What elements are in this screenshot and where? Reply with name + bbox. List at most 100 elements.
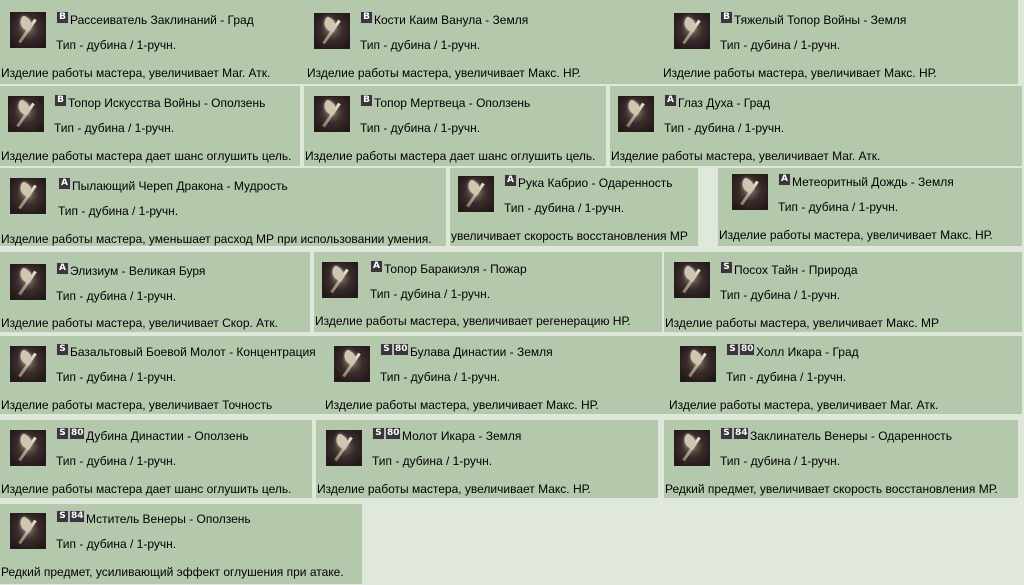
item-name[interactable]: Булава Династии - Земля — [410, 345, 553, 359]
item-name[interactable]: Глаз Духа - Град — [678, 96, 770, 110]
item-name[interactable]: Кости Каим Ванула - Земля — [374, 13, 528, 27]
weapon-icon[interactable] — [10, 513, 46, 549]
item-name[interactable]: Элизиум - Великая Буря — [70, 264, 205, 278]
item-type: Тип - дубина / 1-ручн. — [380, 370, 501, 384]
item-description: Изделие работы мастера, увеличивает Скор… — [1, 316, 278, 330]
item-card[interactable]: S Базальтовый Боевой Молот - Концентрация… — [0, 336, 324, 414]
item-card[interactable]: A Глаз Духа - Град Тип - дубина / 1-ручн. И… — [610, 86, 1022, 166]
level-badge: 84 — [733, 427, 749, 440]
item-name[interactable]: Топор Искусства Войны - Оползень — [68, 96, 265, 110]
item-name[interactable]: Мститель Венеры - Оползень — [86, 512, 251, 526]
weapon-icon[interactable] — [10, 346, 46, 382]
weapon-icon[interactable] — [322, 262, 358, 298]
item-card[interactable]: S 80 Булава Династии - Земля Тип - дубина /… — [324, 336, 668, 414]
item-card[interactable]: B Тяжелый Топор Войны - Земля Тип - дубина… — [662, 0, 1018, 84]
weapon-icon[interactable] — [674, 262, 710, 298]
item-description: Редкий предмет, усиливающий эффект оглуш… — [1, 565, 344, 579]
grade-badge: B — [56, 11, 69, 24]
grade-badge: S — [720, 427, 733, 440]
item-card[interactable]: S 84 Мститель Венеры - Оползень Тип - дубин… — [0, 504, 362, 584]
weapon-icon[interactable] — [458, 176, 494, 212]
item-card[interactable]: B Кости Каим Ванула - Земля Тип - дубина /… — [306, 0, 662, 84]
weapon-icon[interactable] — [10, 12, 46, 48]
item-type: Тип - дубина / 1-ручн. — [56, 370, 177, 384]
item-card[interactable]: S 84 Заклинатель Венеры - Одаренность Тип -… — [664, 420, 1018, 498]
item-name[interactable]: Холл Икара - Град — [756, 345, 859, 359]
item-card[interactable]: B Рассеиватель Заклинаний - Град Тип - дуб… — [0, 0, 306, 84]
item-type: Тип - дубина / 1-ручн. — [360, 121, 481, 135]
grade-badge: B — [720, 11, 733, 24]
weapon-icon[interactable] — [314, 96, 350, 132]
item-name[interactable]: Топор Баракиэля - Пожар — [384, 262, 527, 276]
item-description: Изделие работы мастера, увеличивает Маг.… — [1, 66, 271, 80]
item-description: Изделие работы мастера, увеличивает Макс… — [719, 228, 993, 242]
item-description: Изделие работы мастера, увеличивает Макс… — [665, 316, 939, 330]
item-description: Изделие работы мастера, увеличивает Точн… — [1, 398, 273, 412]
item-card[interactable]: A Метеоритный Дождь - Земля Тип - дубина /… — [718, 168, 1022, 246]
grade-badge: A — [370, 260, 383, 273]
weapon-icon[interactable] — [680, 346, 716, 382]
item-type: Тип - дубина / 1-ручн. — [504, 201, 625, 215]
item-type: Тип - дубина / 1-ручн. — [56, 289, 177, 303]
level-badge: 80 — [385, 427, 401, 440]
grade-badge: A — [504, 174, 517, 187]
grade-badge: B — [360, 11, 373, 24]
weapon-icon[interactable] — [10, 178, 46, 214]
item-name[interactable]: Молот Икара - Земля — [402, 429, 521, 443]
item-card[interactable]: S 80 Молот Икара - Земля Тип - дубина / 1-р… — [316, 420, 658, 498]
grade-badge: S — [56, 510, 69, 523]
item-card[interactable]: A Пылающий Череп Дракона - Мудрость Тип - … — [0, 168, 446, 246]
item-description: Изделие работы мастера, увеличивает Маг.… — [611, 149, 881, 163]
item-name[interactable]: Базальтовый Боевой Молот - Концентрация — [70, 345, 316, 359]
weapon-icon[interactable] — [314, 13, 350, 49]
item-name[interactable]: Рука Кабрио - Одаренность — [518, 176, 673, 190]
item-type: Тип - дубина / 1-ручн. — [54, 121, 175, 135]
item-card[interactable]: A Элизиум - Великая Буря Тип - дубина / 1-… — [0, 252, 310, 332]
item-name[interactable]: Дубина Династии - Оползень — [86, 429, 249, 443]
item-name[interactable]: Метеоритный Дождь - Земля — [792, 175, 954, 189]
item-description: Изделие работы мастера, увеличивает Макс… — [663, 66, 937, 80]
grade-badge: A — [58, 177, 71, 190]
item-type: Тип - дубина / 1-ручн. — [56, 38, 177, 52]
item-name[interactable]: Тяжелый Топор Войны - Земля — [734, 13, 906, 27]
item-name[interactable]: Топор Мертвеца - Оползень — [374, 96, 530, 110]
item-type: Тип - дубина / 1-ручн. — [726, 370, 847, 384]
weapon-icon[interactable] — [10, 430, 46, 466]
item-name[interactable]: Посох Тайн - Природа — [734, 263, 858, 277]
item-name[interactable]: Пылающий Череп Дракона - Мудрость — [72, 179, 288, 193]
item-type: Тип - дубина / 1-ручн. — [778, 200, 899, 214]
item-description: Изделие работы мастера дает шанс оглушит… — [1, 482, 292, 496]
item-type: Тип - дубина / 1-ручн. — [664, 121, 785, 135]
level-badge: 80 — [393, 343, 409, 356]
weapon-icon[interactable] — [674, 13, 710, 49]
item-card[interactable]: S 80 Дубина Династии - Оползень Тип - дубин… — [0, 420, 312, 498]
level-badge: 80 — [739, 343, 755, 356]
weapon-icon[interactable] — [326, 430, 362, 466]
item-card[interactable]: B Топор Мертвеца - Оползень Тип - дубина /… — [304, 86, 606, 166]
weapon-icon[interactable] — [334, 346, 370, 382]
weapon-icon[interactable] — [732, 174, 768, 210]
weapon-icon[interactable] — [10, 264, 46, 300]
grade-badge: S — [56, 427, 69, 440]
item-type: Тип - дубина / 1-ручн. — [56, 537, 177, 551]
item-card[interactable]: A Топор Баракиэля - Пожар Тип - дубина / 1… — [314, 252, 662, 332]
item-description: увеличивает скорость восстановления МР — [451, 229, 688, 243]
weapon-icon[interactable] — [674, 430, 710, 466]
item-card[interactable]: S 80 Холл Икара - Град Тип - дубина / 1-руч… — [668, 336, 1022, 414]
item-card[interactable]: A Рука Кабрио - Одаренность Тип - дубина /… — [450, 168, 698, 246]
item-card[interactable]: S Посох Тайн - Природа Тип - дубина / 1-ру… — [664, 252, 1022, 332]
grade-badge: S — [372, 427, 385, 440]
item-name[interactable]: Заклинатель Венеры - Одаренность — [750, 429, 952, 443]
weapon-icon[interactable] — [618, 96, 654, 132]
grade-badge: S — [380, 343, 393, 356]
item-type: Тип - дубина / 1-ручн. — [56, 454, 177, 468]
grade-badge: A — [778, 173, 791, 186]
item-type: Тип - дубина / 1-ручн. — [360, 38, 481, 52]
item-name[interactable]: Рассеиватель Заклинаний - Град — [70, 13, 254, 27]
item-description: Изделие работы мастера, увеличивает реге… — [315, 314, 631, 328]
item-card[interactable]: B Топор Искусства Войны - Оползень Тип - д… — [0, 86, 300, 166]
grade-badge: S — [56, 343, 69, 356]
item-type: Тип - дубина / 1-ручн. — [372, 454, 493, 468]
weapon-icon[interactable] — [8, 96, 44, 132]
level-badge: 84 — [69, 510, 85, 523]
